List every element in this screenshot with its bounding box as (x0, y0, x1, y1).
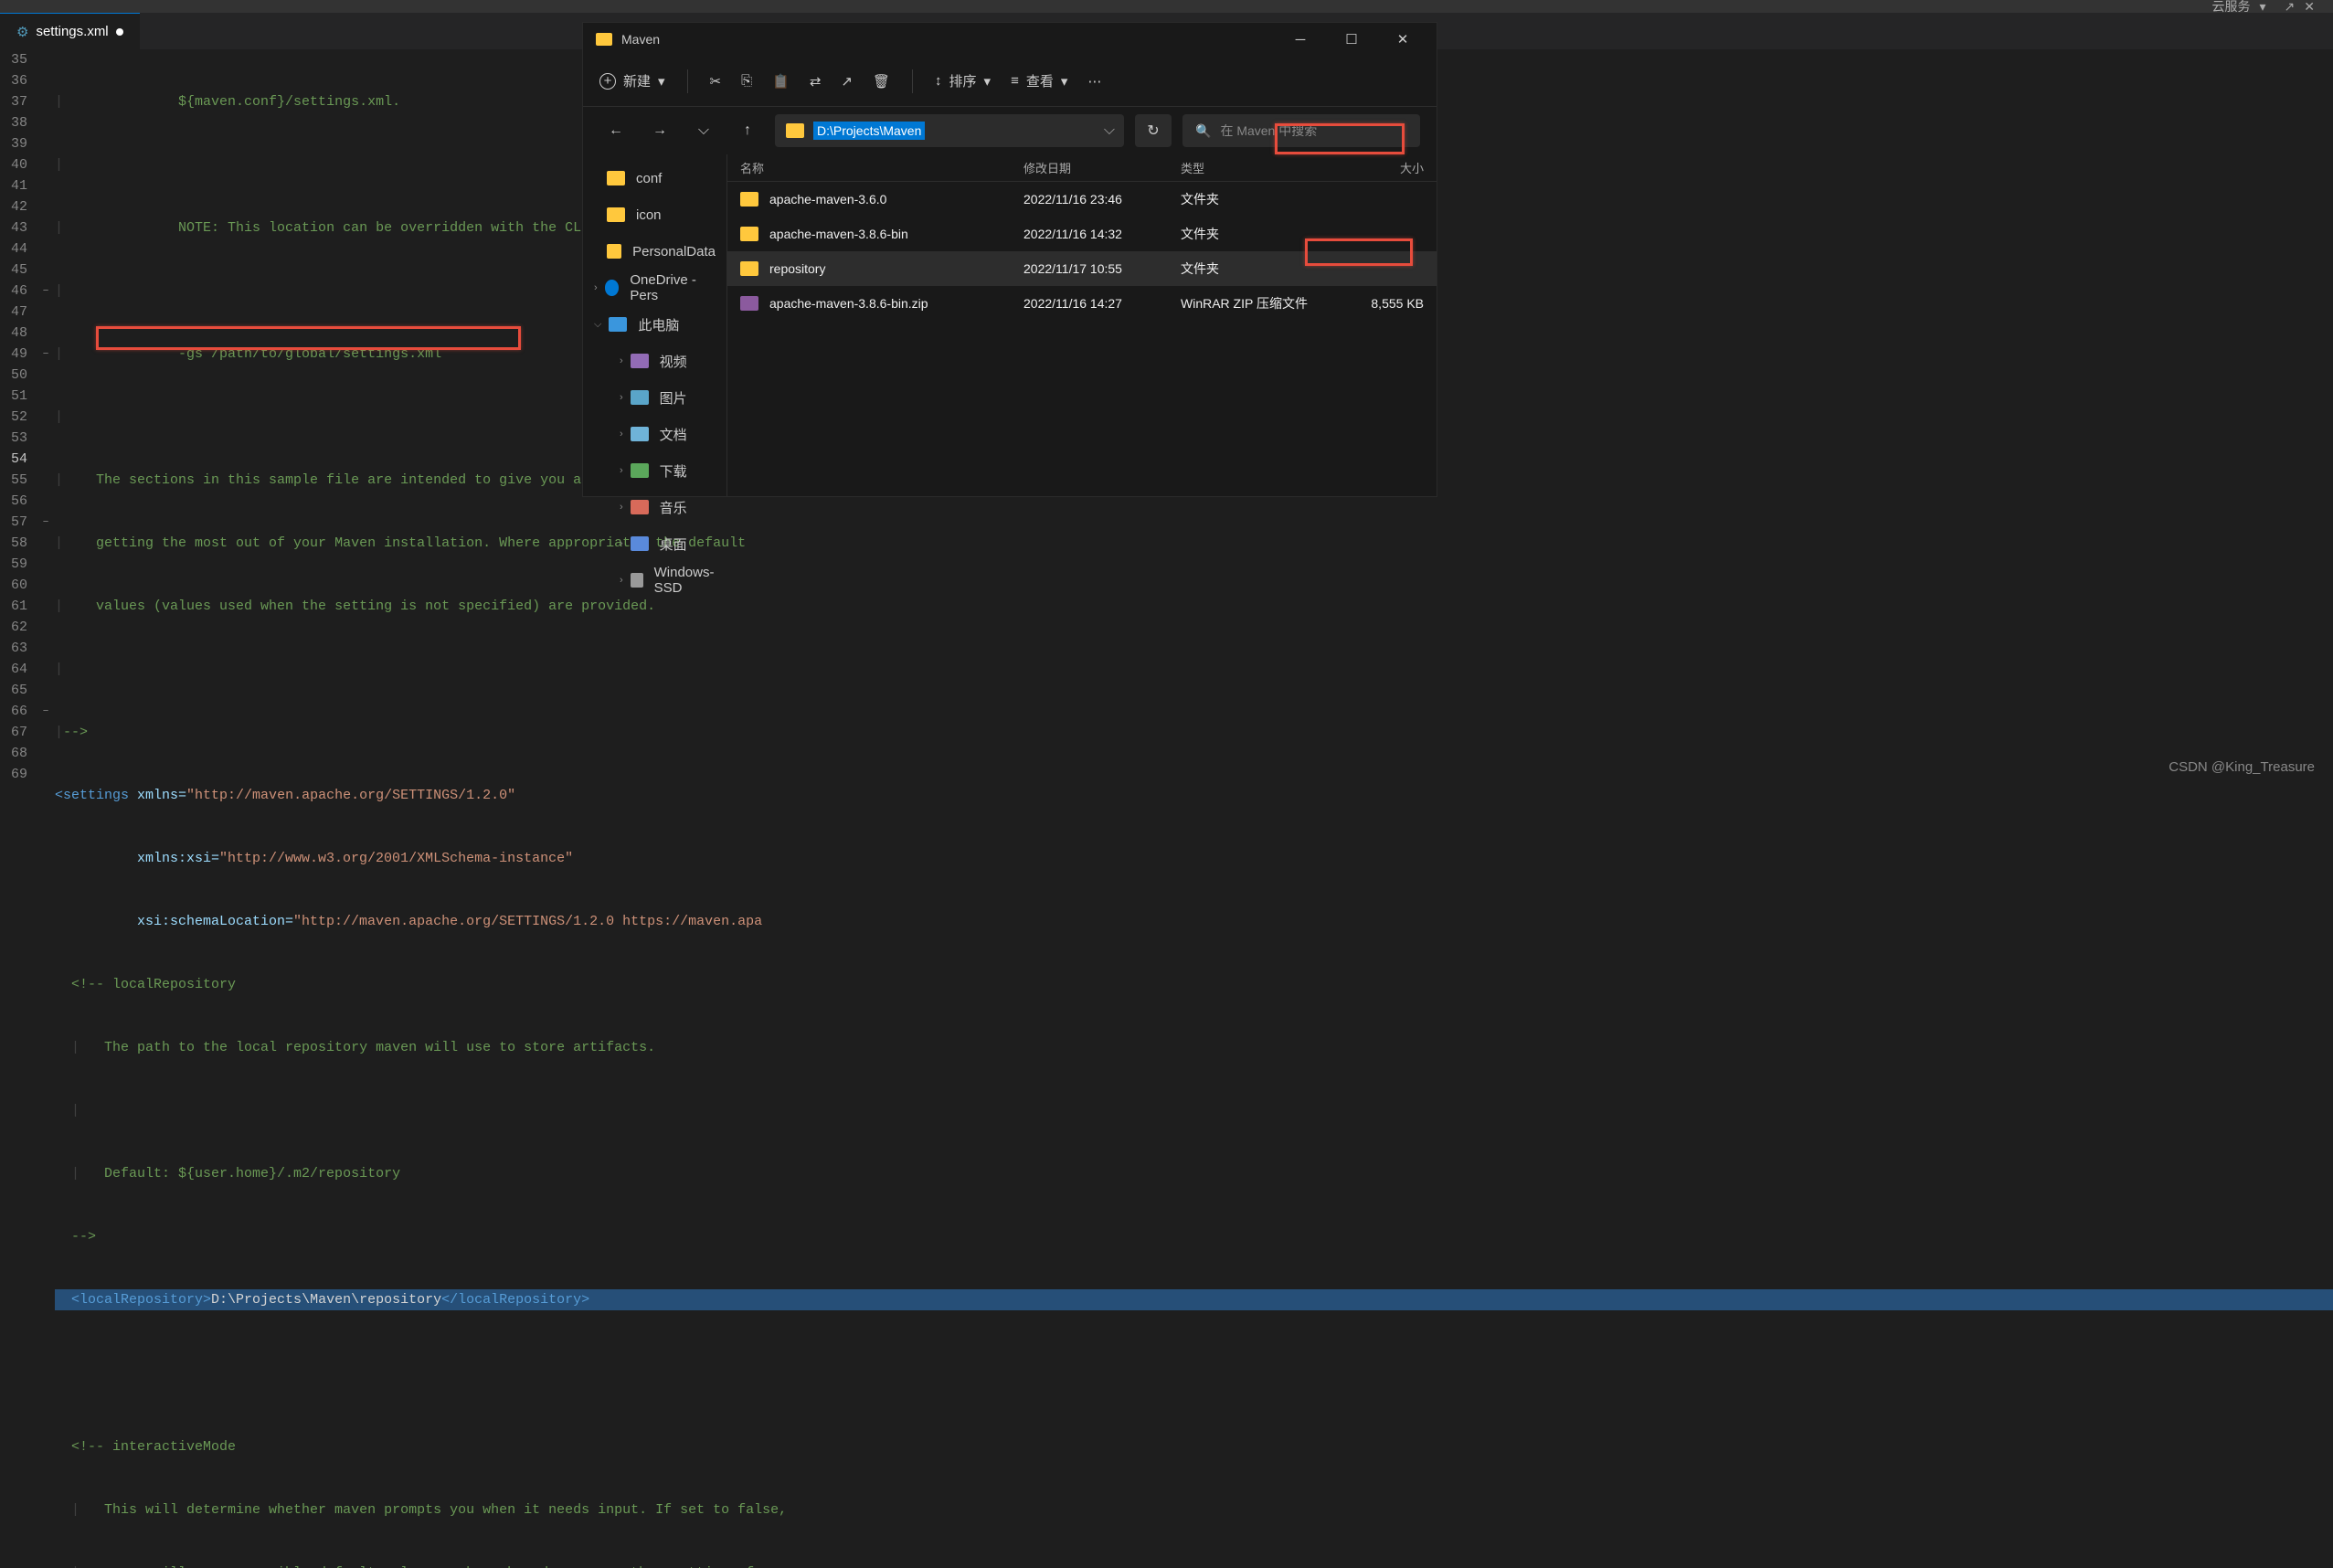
explorer-titlebar[interactable]: Maven ─ ☐ ✕ (583, 23, 1437, 56)
sidebar-item-ssd[interactable]: ›Windows-SSD (583, 562, 726, 599)
view-button[interactable]: ≡ 查看 ▾ (1011, 71, 1067, 90)
chevron-right-icon: › (620, 538, 623, 549)
folder-icon (740, 227, 758, 241)
video-icon (631, 354, 649, 368)
rename-button[interactable]: ⇄ (810, 73, 822, 90)
address-row: ← → ⌵ ↑ D:\Projects\Maven ⌵ ↻ 🔍 在 Maven … (583, 107, 1437, 154)
search-placeholder: 在 Maven 中搜索 (1220, 122, 1317, 140)
sort-button[interactable]: ↕ 排序 ▾ (935, 71, 991, 90)
sidebar-item-personaldata[interactable]: PersonalData (583, 233, 726, 270)
chevron-down-icon: ⌵ (594, 319, 601, 331)
paste-button[interactable]: 📋 (772, 73, 790, 90)
sidebar: conf icon PersonalData ›OneDrive - Pers … (583, 154, 727, 496)
folder-icon (740, 261, 758, 276)
file-row[interactable]: apache-maven-3.8.6-bin.zip 2022/11/16 14… (727, 286, 1437, 321)
chevron-right-icon: › (620, 575, 623, 586)
chevron-right-icon: › (620, 429, 623, 440)
file-icon: ⚙ (16, 24, 28, 40)
folder-icon (607, 244, 621, 259)
sidebar-item-onedrive[interactable]: ›OneDrive - Pers (583, 270, 726, 306)
line-numbers: 3536373839 4041424344 4546474849 5051525… (0, 49, 37, 784)
explorer-toolbar: +新建▾ ✂ ⎘ 📋 ⇄ ↗ 🗑 ↕ 排序 ▾ ≡ 查看 ▾ ⋯ (583, 56, 1437, 107)
sidebar-item-documents[interactable]: ›文档 (583, 416, 726, 452)
sidebar-item-desktop[interactable]: ›桌面 (583, 525, 726, 562)
pc-icon (609, 317, 627, 332)
maximize-button[interactable]: ☐ (1331, 23, 1373, 56)
sidebar-item-music[interactable]: ›音乐 (583, 489, 726, 525)
col-type[interactable]: 类型 (1181, 159, 1338, 176)
delete-button[interactable]: 🗑 (873, 73, 890, 90)
col-size[interactable]: 大小 (1338, 159, 1424, 176)
search-icon: 🔍 (1195, 123, 1211, 139)
folder-icon (607, 207, 625, 222)
sidebar-item-icon[interactable]: icon (583, 196, 726, 233)
sidebar-item-conf[interactable]: conf (583, 160, 726, 196)
cloud-icon (605, 280, 620, 296)
tab-label: settings.xml (36, 24, 108, 39)
folder-icon (607, 171, 625, 185)
folder-icon (786, 123, 804, 138)
chevron-right-icon: › (620, 502, 623, 513)
explorer-body: conf icon PersonalData ›OneDrive - Pers … (583, 154, 1437, 496)
file-list: 名称 修改日期 类型 大小 apache-maven-3.6.0 2022/11… (727, 154, 1437, 496)
back-button[interactable]: ← (599, 114, 632, 147)
copy-button[interactable]: ⎘ (741, 73, 752, 89)
download-icon (631, 463, 649, 478)
forward-button[interactable]: → (643, 114, 676, 147)
drive-icon (631, 573, 643, 588)
chevron-down-icon[interactable]: ⌵ (1104, 122, 1115, 139)
desktop-icon (631, 536, 649, 551)
search-box[interactable]: 🔍 在 Maven 中搜索 (1182, 114, 1420, 147)
sidebar-item-downloads[interactable]: ›下载 (583, 452, 726, 489)
chevron-right-icon: › (620, 392, 623, 403)
minimize-button[interactable]: ─ (1279, 23, 1321, 56)
share-button[interactable]: ↗ (841, 73, 853, 90)
modified-indicator-icon (116, 28, 123, 36)
folder-icon (740, 192, 758, 207)
address-text: D:\Projects\Maven (813, 122, 925, 140)
refresh-button[interactable]: ↻ (1135, 114, 1172, 147)
tab-settings-xml[interactable]: ⚙ settings.xml (0, 13, 140, 49)
sidebar-item-pc[interactable]: ⌵此电脑 (583, 306, 726, 343)
top-menu-bar: 云服务 ▾ ↗ ✕ (0, 0, 2333, 13)
cut-button[interactable]: ✂ (710, 73, 722, 90)
more-button[interactable]: ⋯ (1087, 73, 1101, 90)
file-row[interactable]: apache-maven-3.6.0 2022/11/16 23:46 文件夹 (727, 182, 1437, 217)
window-title: Maven (621, 32, 1270, 47)
close-button[interactable]: ✕ (1382, 23, 1424, 56)
col-name[interactable]: 名称 (740, 159, 1023, 176)
new-button[interactable]: +新建▾ (599, 71, 665, 90)
chevron-right-icon: › (620, 355, 623, 366)
col-date[interactable]: 修改日期 (1023, 159, 1181, 176)
column-headers[interactable]: 名称 修改日期 类型 大小 (727, 154, 1437, 182)
up-button[interactable]: ↑ (731, 114, 764, 147)
picture-icon (631, 390, 649, 405)
chevron-right-icon: › (620, 465, 623, 476)
folder-icon (596, 33, 612, 46)
file-row-repository[interactable]: repository 2022/11/17 10:55 文件夹 (727, 251, 1437, 286)
document-icon (631, 427, 649, 441)
file-row[interactable]: apache-maven-3.8.6-bin 2022/11/16 14:32 … (727, 217, 1437, 251)
music-icon (631, 500, 649, 514)
sidebar-item-video[interactable]: ›视频 (583, 343, 726, 379)
fold-column: −− − − (37, 49, 55, 784)
file-explorer-window: Maven ─ ☐ ✕ +新建▾ ✂ ⎘ 📋 ⇄ ↗ 🗑 ↕ 排序 ▾ ≡ 查看… (582, 22, 1437, 497)
chevron-right-icon: › (594, 282, 598, 293)
watermark: CSDN @King_Treasure (2169, 759, 2315, 775)
sidebar-item-pictures[interactable]: ›图片 (583, 379, 726, 416)
zip-icon (740, 296, 758, 311)
address-bar[interactable]: D:\Projects\Maven ⌵ (775, 114, 1124, 147)
recent-button[interactable]: ⌵ (687, 114, 720, 147)
